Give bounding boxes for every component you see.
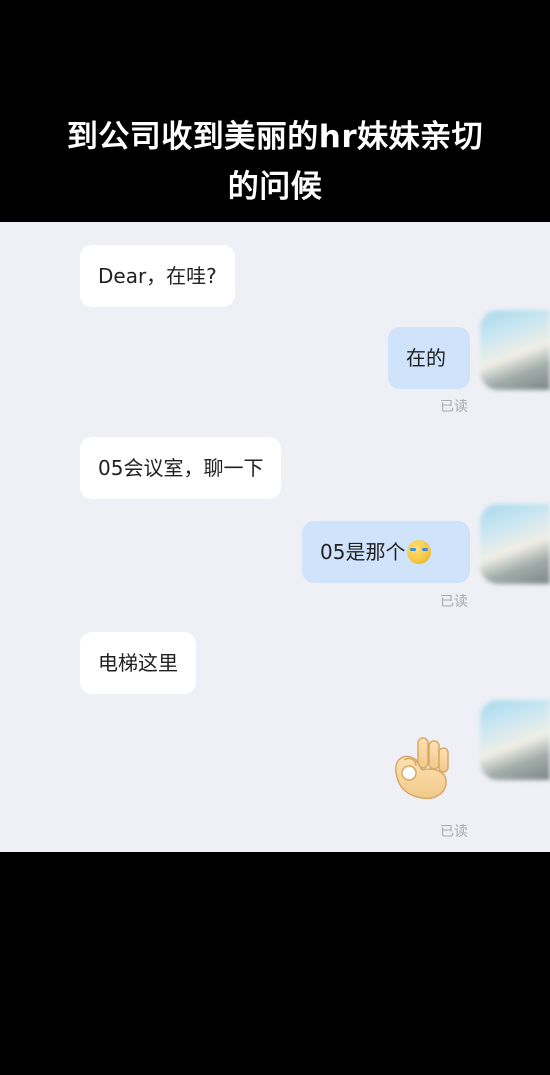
read-receipt: 已读 xyxy=(440,824,468,840)
outgoing-message-bubble[interactable]: 05是那个 xyxy=(302,521,470,583)
caption-line-2: 的问候 xyxy=(227,169,323,205)
avatar[interactable] xyxy=(480,310,550,390)
message-text: 05是那个 xyxy=(320,540,406,564)
incoming-message-bubble[interactable]: 电梯这里 xyxy=(80,632,196,694)
incoming-message-bubble[interactable]: Dear，在哇? xyxy=(80,245,235,307)
video-caption: 到公司收到美丽的hr妹妹亲切 的问候 xyxy=(0,112,550,212)
avatar[interactable] xyxy=(480,504,550,584)
chat-screenshot: Dear，在哇? 在的 已读 05会议室，聊一下 05是那个 已读 电梯这里 已… xyxy=(0,222,550,852)
ok-hand-emoji-icon[interactable] xyxy=(388,732,452,802)
laughing-tears-emoji-icon xyxy=(407,539,432,564)
outgoing-message-bubble[interactable]: 在的 xyxy=(388,327,470,389)
caption-line-1: 到公司收到美丽的hr妹妹亲切 xyxy=(66,119,484,155)
video-frame: 到公司收到美丽的hr妹妹亲切 的问候 Dear，在哇? 在的 已读 05会议室，… xyxy=(0,0,550,1075)
read-receipt: 已读 xyxy=(440,594,468,610)
incoming-message-bubble[interactable]: 05会议室，聊一下 xyxy=(80,437,282,499)
read-receipt: 已读 xyxy=(440,399,468,415)
avatar[interactable] xyxy=(480,700,550,780)
